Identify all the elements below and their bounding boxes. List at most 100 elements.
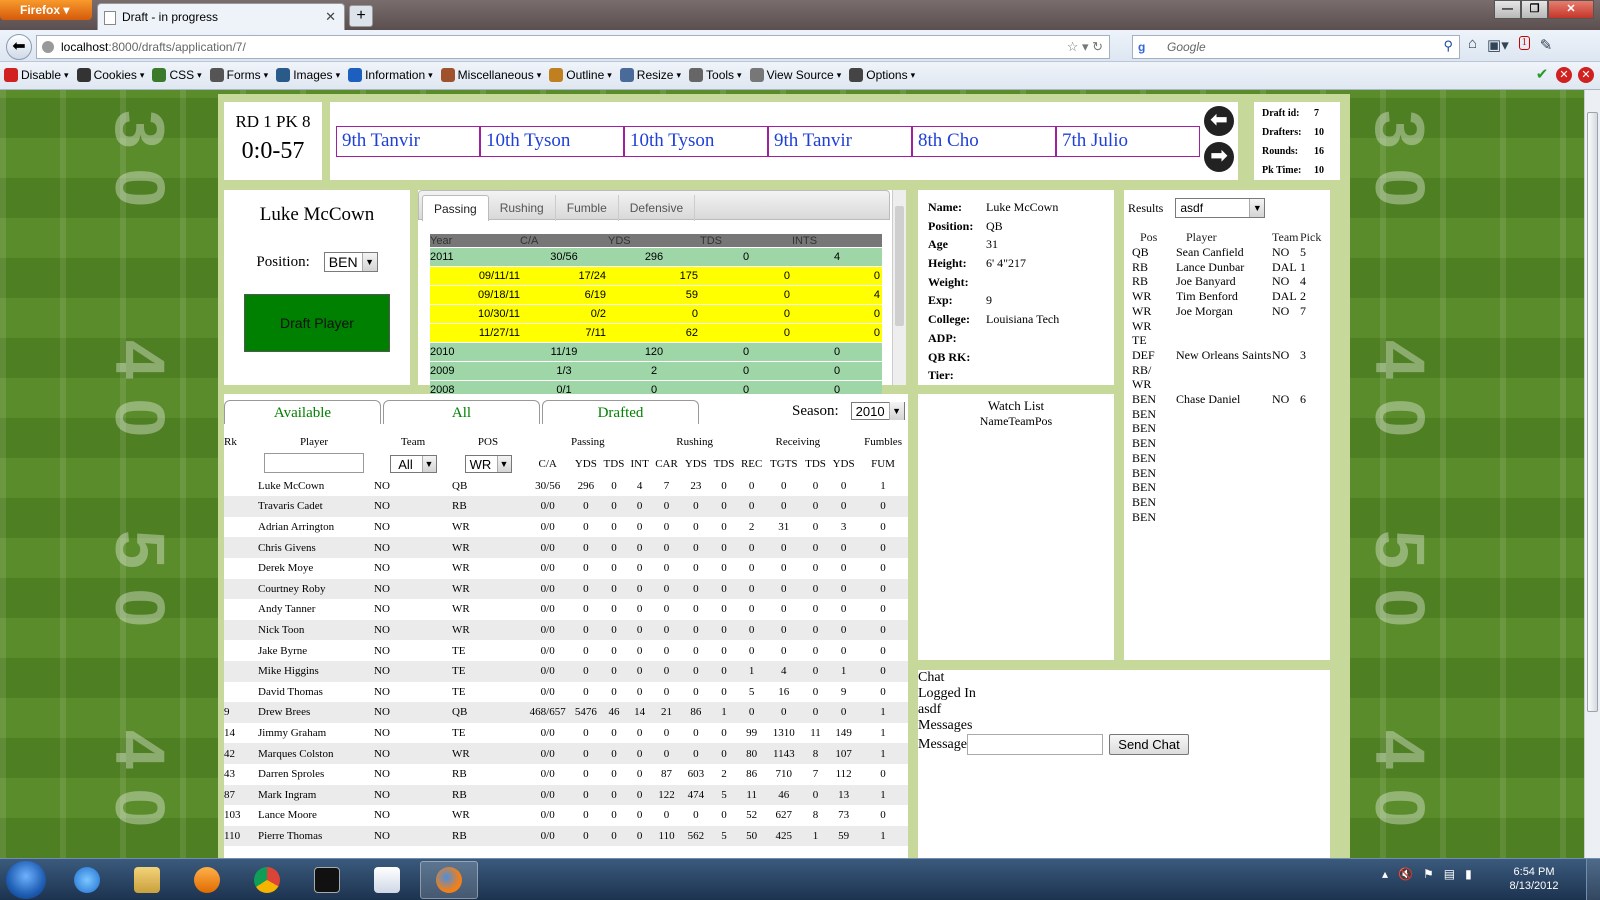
search-icon[interactable]: ⚲ — [1443, 38, 1453, 54]
checkmark-icon[interactable]: ✔ — [1534, 67, 1550, 83]
send-chat-button[interactable]: Send Chat — [1109, 734, 1189, 755]
player-name-cell[interactable]: Travaris Cadet — [254, 496, 374, 517]
tab-fumble[interactable]: Fumble — [556, 195, 619, 221]
network-icon[interactable]: ▮ — [1465, 867, 1472, 882]
player-name-cell[interactable]: David Thomas — [254, 682, 374, 703]
internet-explorer-icon[interactable] — [58, 861, 116, 899]
close-toolbar-icon[interactable]: ✕ — [1578, 67, 1594, 83]
season-select[interactable]: 2010 ▼ — [850, 402, 905, 420]
player-list-tab-all[interactable]: All — [383, 400, 540, 424]
player-name-cell[interactable]: Jimmy Graham — [254, 723, 374, 744]
table-row[interactable]: Mike Higgins NO TE 0/0 0 0 0 0 0 0 1 4 0 1 0 — [224, 660, 908, 682]
player-name-cell[interactable]: Chris Givens — [254, 537, 374, 558]
new-tab-button[interactable]: + — [349, 5, 373, 27]
volume-muted-icon[interactable]: 🔇 — [1398, 867, 1413, 882]
bookmark-star-icon[interactable]: ☆ ▾ ↻ — [1067, 39, 1103, 55]
error-icon[interactable]: ✕ — [1556, 67, 1572, 83]
player-list-tab-drafted[interactable]: Drafted — [542, 400, 699, 424]
address-bar[interactable]: localhost:8000/drafts/application/7/ ☆ ▾… — [36, 35, 1110, 59]
results-team-select[interactable]: asdf ▼ — [1175, 198, 1266, 218]
back-button[interactable]: ⬅ — [6, 34, 32, 60]
player-name-cell[interactable]: Mike Higgins — [254, 660, 374, 682]
chrome-icon[interactable] — [238, 861, 296, 899]
dev-menu-tools[interactable]: Tools ▾ — [689, 68, 742, 82]
dev-menu-images[interactable]: Images ▾ — [276, 68, 340, 82]
table-row[interactable]: 110 Pierre Thomas NO RB 0/0 0 0 0 110 562 5 50 425 1 5… — [224, 825, 908, 847]
close-window-button[interactable]: ✕ — [1548, 0, 1594, 19]
position-select[interactable]: BEN ▼ — [323, 252, 378, 272]
player-name-cell[interactable]: Courtney Roby — [254, 578, 374, 600]
table-row[interactable]: Luke McCown NO QB 30/56 296 0 4 7 23 0 0 0 0 0 1 — [224, 476, 908, 497]
stats-scroll-thumb[interactable] — [895, 206, 904, 326]
pos-filter-select[interactable]: WR ▼ — [464, 455, 512, 474]
notepad-icon[interactable] — [358, 861, 416, 899]
team-filter-select[interactable]: All ▼ — [389, 455, 437, 474]
player-filter-input[interactable] — [264, 452, 364, 473]
dev-menu-disable[interactable]: Disable ▾ — [4, 68, 69, 82]
minimize-button[interactable]: — — [1494, 0, 1521, 19]
table-row[interactable]: Courtney Roby NO WR 0/0 0 0 0 0 0 0 0 0 0 0 0 — [224, 578, 908, 600]
table-row[interactable]: Derek Moye NO WR 0/0 0 0 0 0 0 0 0 0 0 0 0 — [224, 558, 908, 579]
dev-menu-view-source[interactable]: View Source ▾ — [749, 68, 841, 82]
dev-menu-miscellaneous[interactable]: Miscellaneous ▾ — [440, 68, 541, 82]
table-row[interactable]: 103 Lance Moore NO WR 0/0 0 0 0 0 0 0 52 627 8 73 0 — [224, 805, 908, 826]
search-bar[interactable]: g Google ⚲ — [1132, 35, 1460, 59]
draft-player-button[interactable]: Draft Player — [244, 294, 390, 352]
arrow-left-icon[interactable]: ⬅ — [1204, 106, 1234, 136]
dev-menu-options[interactable]: Options ▾ — [849, 68, 915, 82]
table-row[interactable]: Andy Tanner NO WR 0/0 0 0 0 0 0 0 0 0 0 0 0 — [224, 599, 908, 620]
firefox-menu-button[interactable]: Firefox ▾ — [0, 0, 92, 20]
browser-tab-draft[interactable]: Draft - in progress ✕ — [97, 3, 345, 30]
page-scroll-thumb[interactable] — [1587, 112, 1598, 712]
addon-icon[interactable]: ▣▾ — [1487, 36, 1509, 55]
taskbar-clock[interactable]: 6:54 PM 8/13/2012 — [1504, 865, 1564, 893]
table-row[interactable]: 14 Jimmy Graham NO TE 0/0 0 0 0 0 0 0 99 1310 11 149 1 — [224, 723, 908, 744]
table-row[interactable]: 9 Drew Brees NO QB 468/657 5476 46 14 21 86 1 0 0 0 0 1 — [224, 702, 908, 723]
display-icon[interactable]: ▤ — [1444, 867, 1455, 882]
table-row[interactable]: Travaris Cadet NO RB 0/0 0 0 0 0 0 0 0 0 0 0 0 — [224, 496, 908, 517]
start-button[interactable] — [6, 861, 46, 899]
player-name-cell[interactable]: Mark Ingram — [254, 784, 374, 806]
dev-menu-forms[interactable]: Forms ▾ — [209, 68, 268, 82]
player-name-cell[interactable]: Pierre Thomas — [254, 825, 374, 847]
player-name-cell[interactable]: Marques Colston — [254, 743, 374, 764]
close-tab-icon[interactable]: ✕ — [325, 9, 336, 25]
firefox-taskbar-icon[interactable] — [420, 861, 478, 899]
notification-badge[interactable]: 1 — [1518, 36, 1530, 50]
dev-menu-outline[interactable]: Outline ▾ — [549, 68, 612, 82]
tab-rushing[interactable]: Rushing — [489, 195, 556, 221]
dev-menu-information[interactable]: Information ▾ — [348, 68, 433, 82]
table-row[interactable]: Chris Givens NO WR 0/0 0 0 0 0 0 0 0 0 0 0 0 — [224, 537, 908, 558]
player-name-cell[interactable]: Lance Moore — [254, 805, 374, 826]
table-row[interactable]: 87 Mark Ingram NO RB 0/0 0 0 0 122 474 5 11 46 0 13 1 — [224, 784, 908, 806]
extension-icon[interactable]: ✎ — [1540, 36, 1553, 55]
show-desktop-button[interactable] — [1586, 859, 1600, 900]
table-row[interactable]: Jake Byrne NO TE 0/0 0 0 0 0 0 0 0 0 0 0 0 — [224, 640, 908, 661]
tab-passing[interactable]: Passing — [422, 195, 489, 221]
table-row[interactable]: David Thomas NO TE 0/0 0 0 0 0 0 0 5 16 0 9 0 — [224, 682, 908, 703]
player-name-cell[interactable]: Jake Byrne — [254, 640, 374, 661]
google-icon[interactable]: g — [1138, 40, 1152, 54]
page-scrollbar[interactable] — [1584, 90, 1600, 858]
stats-scrollbar[interactable] — [892, 190, 906, 385]
dev-menu-css[interactable]: CSS ▾ — [152, 68, 202, 82]
player-list-tab-available[interactable]: Available — [224, 400, 381, 424]
action-center-flag-icon[interactable]: ⚑ — [1423, 867, 1434, 882]
table-row[interactable]: Nick Toon NO WR 0/0 0 0 0 0 0 0 0 0 0 0 0 — [224, 619, 908, 641]
arrow-right-icon[interactable]: ➡ — [1204, 142, 1234, 172]
home-icon[interactable]: ⌂ — [1468, 36, 1477, 55]
message-input[interactable] — [967, 734, 1103, 755]
player-name-cell[interactable]: Nick Toon — [254, 619, 374, 641]
table-row[interactable]: 43 Darren Sproles NO RB 0/0 0 0 0 87 603 2 86 710 7 11… — [224, 764, 908, 785]
player-name-cell[interactable]: Andy Tanner — [254, 599, 374, 620]
media-player-icon[interactable] — [178, 861, 236, 899]
table-row[interactable]: Adrian Arrington NO WR 0/0 0 0 0 0 0 0 2 31 0 3 0 — [224, 517, 908, 538]
tray-expand-icon[interactable]: ▴ — [1382, 867, 1388, 882]
dev-menu-cookies[interactable]: Cookies ▾ — [76, 68, 144, 82]
table-row[interactable]: 42 Marques Colston NO WR 0/0 0 0 0 0 0 0 80 1143 8 107… — [224, 743, 908, 764]
player-name-cell[interactable]: Derek Moye — [254, 558, 374, 579]
command-prompt-icon[interactable] — [298, 861, 356, 899]
player-name-cell[interactable]: Adrian Arrington — [254, 517, 374, 538]
tab-defensive[interactable]: Defensive — [619, 195, 696, 221]
player-name-cell[interactable]: Luke McCown — [254, 476, 374, 497]
